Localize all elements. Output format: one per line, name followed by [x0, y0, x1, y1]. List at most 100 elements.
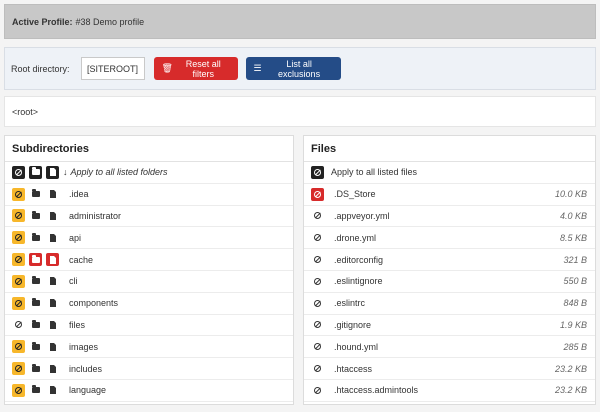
- file-size: 10.0 KB: [554, 189, 587, 200]
- reset-all-filters-label: Reset all filters: [185, 58, 221, 79]
- file-icon: [49, 190, 56, 199]
- folder-name[interactable]: includes: [69, 364, 102, 374]
- exclude-toggle-button[interactable]: [311, 318, 324, 331]
- exclude-toggle-button[interactable]: [311, 187, 324, 201]
- list-item: files: [5, 315, 293, 337]
- folder-toggle-button[interactable]: [29, 209, 42, 222]
- apply-all-folder-button[interactable]: [29, 165, 42, 179]
- folder-name[interactable]: components: [69, 298, 118, 308]
- file-toggle-button[interactable]: [46, 231, 59, 244]
- folder-toggle-button[interactable]: [29, 340, 42, 353]
- file-toggle-button[interactable]: [46, 297, 59, 310]
- list-item: api: [5, 227, 293, 250]
- exclude-toggle-button[interactable]: [12, 318, 25, 331]
- files-panel: Files Apply to all listed files .DS_Stor…: [303, 135, 596, 405]
- folder-toggle-button[interactable]: [29, 231, 42, 244]
- folder-toggle-button[interactable]: [29, 362, 42, 375]
- list-icon: ☰: [253, 63, 262, 73]
- folder-icon: [31, 254, 40, 263]
- folder-toggle-button[interactable]: [29, 318, 42, 331]
- exclude-toggle-button[interactable]: [311, 362, 324, 375]
- list-item: .hound.yml 285 B: [304, 336, 595, 359]
- file-toggle-button[interactable]: [46, 209, 59, 222]
- folder-toggle-button[interactable]: [29, 297, 42, 310]
- exclude-toggle-button[interactable]: [311, 297, 324, 310]
- folder-name[interactable]: language: [69, 385, 106, 395]
- file-size: 23.2 KB: [554, 363, 587, 374]
- exclude-toggle-button[interactable]: [12, 231, 25, 245]
- ban-icon: [314, 256, 321, 264]
- file-name: .hound.yml: [334, 341, 379, 352]
- folder-name[interactable]: images: [69, 342, 98, 352]
- folder-icon: [31, 189, 40, 198]
- folder-name[interactable]: cli: [69, 276, 78, 286]
- list-item: .eslintrc 848 B: [304, 293, 595, 315]
- apply-all-files-exclude-button[interactable]: [311, 165, 324, 179]
- exclude-toggle-button[interactable]: [12, 187, 25, 201]
- file-name: .appveyor.yml: [334, 210, 390, 221]
- apply-all-files-row: Apply to all listed files: [304, 162, 595, 184]
- exclude-toggle-button[interactable]: [12, 362, 25, 376]
- folder-name[interactable]: cache: [69, 255, 93, 265]
- exclude-toggle-button[interactable]: [12, 274, 25, 288]
- apply-all-exclude-button[interactable]: [12, 165, 25, 179]
- file-toggle-button[interactable]: [46, 384, 59, 397]
- folder-name[interactable]: .idea: [69, 189, 89, 199]
- ban-icon: [314, 343, 321, 351]
- exclude-toggle-button[interactable]: [311, 275, 324, 288]
- exclude-toggle-button[interactable]: [311, 231, 324, 244]
- list-item: images: [5, 336, 293, 359]
- exclude-toggle-button[interactable]: [311, 340, 324, 353]
- exclude-toggle-button[interactable]: [311, 209, 324, 222]
- file-toggle-button[interactable]: [46, 188, 59, 201]
- apply-all-file-button[interactable]: [46, 165, 59, 179]
- file-toggle-button[interactable]: [46, 253, 59, 267]
- folder-icon: [31, 319, 40, 328]
- folder-toggle-button[interactable]: [29, 275, 42, 288]
- folder-toggle-button[interactable]: [29, 253, 42, 267]
- file-toggle-button[interactable]: [46, 340, 59, 353]
- ban-icon: [314, 321, 321, 329]
- exclude-toggle-button[interactable]: [311, 253, 324, 266]
- file-toggle-button[interactable]: [46, 318, 59, 331]
- exclude-toggle-button[interactable]: [12, 340, 25, 354]
- file-toggle-button[interactable]: [46, 275, 59, 288]
- exclude-toggle-button[interactable]: [12, 296, 25, 310]
- folder-name[interactable]: api: [69, 233, 81, 243]
- breadcrumb-root[interactable]: <root>: [12, 107, 38, 117]
- file-icon: [49, 277, 56, 286]
- exclude-toggle-button[interactable]: [311, 384, 324, 397]
- file-name: .drone.yml: [334, 232, 377, 243]
- folder-toggle-button[interactable]: [29, 384, 42, 397]
- ban-icon: [314, 365, 321, 373]
- list-item: .eslintignore 550 B: [304, 271, 595, 293]
- file-name: .eslintignore: [334, 276, 383, 287]
- reset-all-filters-button[interactable]: 🗑 Reset all filters: [153, 57, 238, 80]
- files-list: .DS_Store 10.0 KB .appveyor.yml 4.0 KB .dron…: [304, 184, 595, 402]
- ban-icon: [314, 190, 321, 198]
- subdirectories-list: .idea administrator api cache cli components f…: [5, 184, 293, 402]
- list-all-exclusions-button[interactable]: ☰ List all exclusions: [245, 57, 341, 80]
- file-name: .gitignore: [334, 319, 372, 330]
- file-icon: [49, 320, 56, 329]
- file-size: 23.2 KB: [554, 385, 587, 396]
- files-title: Files: [304, 136, 595, 162]
- subdirectories-title: Subdirectories: [5, 136, 293, 162]
- folder-name[interactable]: administrator: [69, 211, 121, 221]
- exclude-toggle-button[interactable]: [12, 383, 25, 397]
- apply-all-folders-row: ↓ Apply to all listed folders: [5, 162, 293, 184]
- folder-icon: [31, 363, 40, 372]
- exclude-toggle-button[interactable]: [12, 209, 25, 223]
- file-size: 8.5 KB: [559, 232, 587, 243]
- file-icon: [49, 342, 56, 351]
- folder-toggle-button[interactable]: [29, 188, 42, 201]
- file-name: .DS_Store: [334, 189, 376, 200]
- exclude-toggle-button[interactable]: [12, 253, 25, 267]
- list-item: .htaccess.admintools 23.2 KB: [304, 380, 595, 402]
- folder-name[interactable]: files: [69, 320, 85, 330]
- folder-icon: [31, 276, 40, 285]
- file-icon: [49, 255, 56, 264]
- folder-icon: [31, 341, 40, 350]
- root-directory-select[interactable]: [SITEROOT]: [80, 57, 145, 80]
- file-toggle-button[interactable]: [46, 362, 59, 375]
